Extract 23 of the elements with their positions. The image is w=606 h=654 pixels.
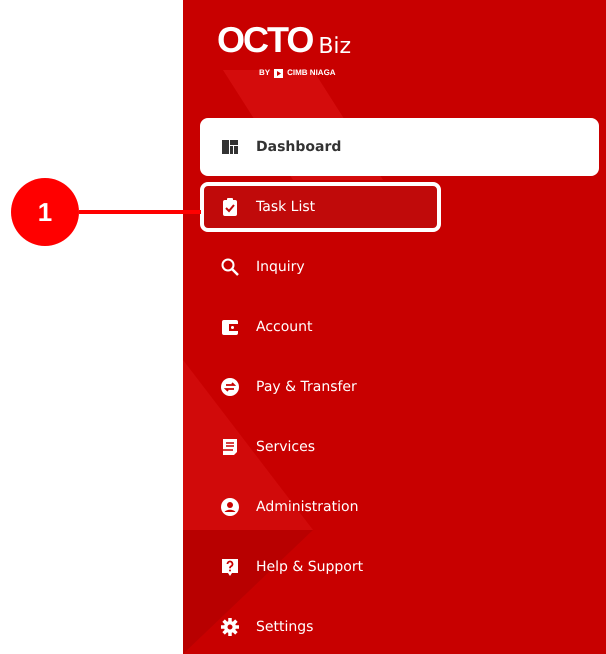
menu-item[interactable]: Settings (200, 602, 441, 652)
menu-item[interactable]: Dashboard (200, 118, 599, 176)
logo-tagline: BY (259, 69, 270, 77)
search-icon (220, 257, 240, 277)
clipboard-icon (220, 197, 240, 217)
dashboard-icon (220, 137, 240, 157)
menu-item[interactable]: Administration (200, 482, 441, 532)
settings-icon (220, 617, 240, 637)
menu-item[interactable]: Services (200, 422, 441, 472)
logo-suffix: Biz (318, 36, 352, 58)
menu-item[interactable]: Inquiry (200, 242, 441, 292)
menu-item[interactable]: Pay & Transfer (200, 362, 441, 412)
menu-item[interactable]: Help & Support (200, 542, 441, 592)
document-icon (220, 437, 240, 457)
callout-number: 1 (11, 178, 79, 246)
menu-item[interactable]: Task List (200, 182, 441, 232)
logo-wordmark: OCTO (217, 22, 312, 58)
wallet-icon (220, 317, 240, 337)
logo-tagline: CIMB NIAGA (287, 69, 336, 77)
menu-item[interactable]: Account (200, 302, 441, 352)
transfer-icon (220, 377, 240, 397)
help-icon (220, 557, 240, 577)
user-icon (220, 497, 240, 517)
